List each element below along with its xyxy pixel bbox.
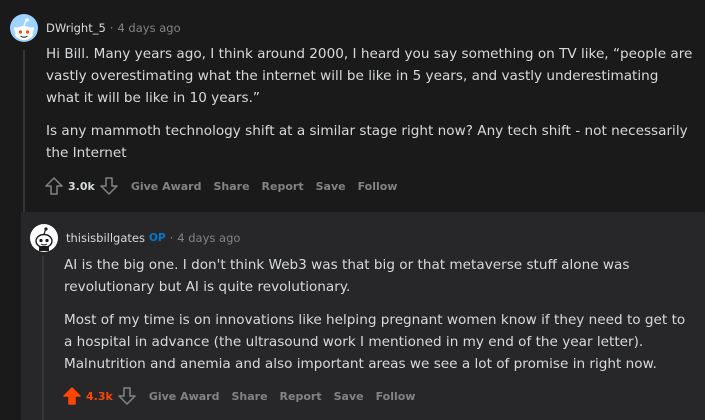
op-badge: OP <box>148 232 166 244</box>
follow-button[interactable]: Follow <box>376 390 416 403</box>
follow-button[interactable]: Follow <box>358 180 398 193</box>
comment-header: thisisbillgates OP · 4 days ago <box>30 224 240 252</box>
comment-actions: 3.0k Give Award Share Report Save Follow <box>44 176 397 196</box>
user-avatar[interactable] <box>30 224 58 252</box>
username[interactable]: thisisbillgates <box>66 231 145 245</box>
comment-actions: 4.3k Give Award Share Report Save Follow <box>62 386 415 406</box>
give-award-button[interactable]: Give Award <box>149 390 220 403</box>
comment-body: AI is the big one. I don't think Web3 wa… <box>64 254 694 386</box>
save-button[interactable]: Save <box>334 390 364 403</box>
user-avatar[interactable] <box>10 14 38 42</box>
downvote-icon[interactable] <box>99 176 119 196</box>
save-button[interactable]: Save <box>316 180 346 193</box>
comment-paragraph: Is any mammoth technology shift at a sim… <box>46 123 688 161</box>
timestamp[interactable]: 4 days ago <box>117 21 180 35</box>
snoo-icon <box>14 18 34 40</box>
comment-header: DWright_5 · 4 days ago <box>10 14 181 42</box>
meta-separator: · <box>109 21 114 35</box>
upvote-icon[interactable] <box>62 386 82 406</box>
username[interactable]: DWright_5 <box>46 21 106 35</box>
thread-collapse-line[interactable] <box>42 256 44 420</box>
give-award-button[interactable]: Give Award <box>131 180 202 193</box>
vote-score: 3.0k <box>68 179 95 193</box>
comment-body: Hi Bill. Many years ago, I think around … <box>46 43 696 175</box>
meta-separator: · <box>169 231 174 245</box>
comment-paragraph: AI is the big one. I don't think Web3 wa… <box>64 257 630 295</box>
report-button[interactable]: Report <box>280 390 322 403</box>
upvote-icon[interactable] <box>44 176 64 196</box>
share-button[interactable]: Share <box>213 180 249 193</box>
downvote-icon[interactable] <box>117 386 137 406</box>
snoo-icon <box>35 227 53 251</box>
vote-score: 4.3k <box>86 389 113 403</box>
report-button[interactable]: Report <box>262 180 304 193</box>
timestamp[interactable]: 4 days ago <box>177 231 240 245</box>
comment-paragraph: Most of my time is on innovations like h… <box>64 312 686 372</box>
comment-paragraph: Hi Bill. Many years ago, I think around … <box>46 46 693 106</box>
share-button[interactable]: Share <box>231 390 267 403</box>
